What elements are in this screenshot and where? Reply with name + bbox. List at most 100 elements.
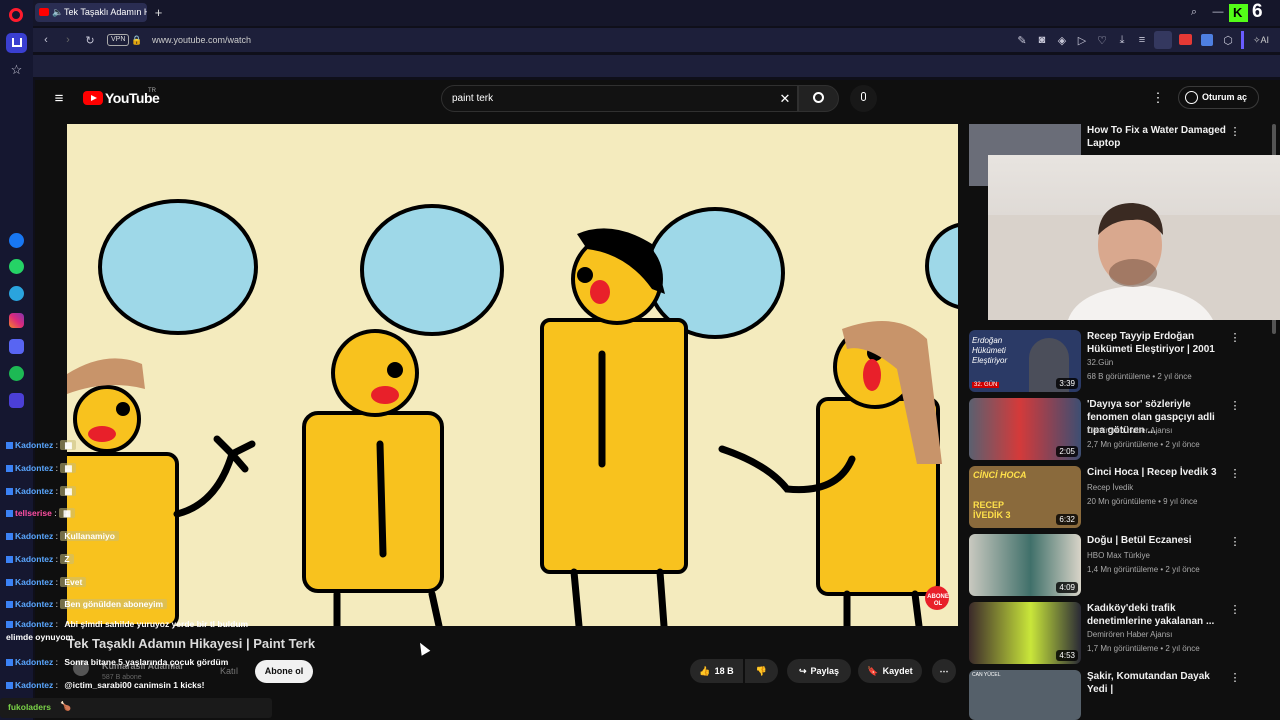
save-button[interactable]: 🔖 Kaydet (858, 659, 922, 683)
ai-button[interactable]: ✧AI (1253, 33, 1269, 47)
recommendation-title[interactable]: Kadıköy'deki trafik denetimlerine yakala… (1087, 602, 1227, 628)
list-item-thumbnail[interactable]: 4:53 (969, 602, 1081, 664)
star-icon[interactable]: ☆ (6, 61, 27, 79)
item-menu-icon[interactable]: ⋮ (1230, 398, 1241, 412)
list-item-thumbnail[interactable]: CAN YÜCEL (969, 670, 1081, 720)
list-item-thumbnail[interactable]: 4:09 (969, 534, 1081, 596)
chat-username[interactable]: Kadontez (15, 440, 53, 450)
item-menu-icon[interactable]: ⋮ (1230, 124, 1241, 138)
chat-line: Kadontez : Abi şimdi sahilde yuruyoz yer… (6, 618, 272, 642)
chat-line: Kadontez : ▦ (6, 459, 272, 477)
chat-username[interactable]: Kadontez (15, 486, 53, 496)
channel-name[interactable]: Demirören Haber Ajansı (1087, 629, 1172, 641)
chat-username[interactable]: Kadontez (15, 531, 53, 541)
item-menu-icon[interactable]: ⋮ (1230, 330, 1241, 344)
recommendation-title[interactable]: Cinci Hoca | Recep İvedik 3 (1087, 466, 1227, 479)
shield-icon[interactable]: ◈ (1056, 33, 1068, 47)
thumbnail-caption: CAN YÜCEL (972, 672, 1001, 678)
menu-icon[interactable]: ≡ (1136, 33, 1148, 47)
list-item-thumbnail[interactable]: Erdoğan Hükümeti Eleştiriyor 32. GÜN 3:3… (969, 330, 1081, 392)
chat-username[interactable]: Kadontez (15, 680, 53, 690)
extension-red-icon[interactable] (1179, 34, 1192, 45)
list-item-thumbnail[interactable]: CİNCİ HOCA RECEP İVEDİK 3 6:32 (969, 466, 1081, 528)
download-icon[interactable]: ⤓ (1116, 33, 1128, 47)
vpn-badge[interactable]: VPN (107, 34, 130, 46)
badge-icon (6, 579, 13, 587)
new-tab-button[interactable]: + (152, 5, 165, 20)
speaker-icon[interactable]: 🔈 (52, 3, 63, 22)
player-icon[interactable] (9, 393, 24, 408)
signin-button[interactable]: Oturum aç (1178, 86, 1259, 109)
telegram-icon[interactable] (9, 286, 24, 301)
search-icon (813, 92, 824, 103)
translate-icon[interactable] (1201, 34, 1213, 46)
like-button[interactable]: 👍 18 B (690, 659, 743, 683)
url-text[interactable]: www.youtube.com/watch (152, 33, 251, 47)
search-input[interactable] (452, 90, 762, 107)
chat-username[interactable]: Kadontez (15, 463, 53, 473)
back-icon[interactable]: ‹ (39, 33, 53, 47)
streamer-figure (988, 203, 1280, 320)
share-icon: ↪ (798, 665, 807, 676)
forward-icon[interactable]: › (61, 33, 75, 47)
wallet-icon[interactable] (1154, 31, 1172, 49)
opera-logo-icon[interactable] (9, 8, 23, 22)
badge-icon (6, 682, 13, 690)
voice-search-button[interactable] (850, 85, 877, 112)
recommendation-title[interactable]: Recep Tayyip Erdoğan Hükümeti Eleştiriyo… (1087, 330, 1227, 356)
discord-icon[interactable] (9, 339, 24, 354)
channel-name[interactable]: Recep İvedik (1087, 482, 1133, 494)
spotify-icon[interactable] (9, 366, 24, 381)
clear-search-icon[interactable]: ✕ (778, 90, 792, 107)
duration-badge: 4:53 (1056, 650, 1078, 661)
youtube-logo-icon[interactable] (83, 91, 103, 105)
item-menu-icon[interactable]: ⋮ (1230, 534, 1241, 548)
list-item-thumbnail[interactable]: 2:05 (969, 398, 1081, 460)
emote-icon: ▦ (60, 440, 77, 450)
messenger-icon[interactable] (9, 233, 24, 248)
recommendation-title[interactable]: Şakir, Komutandan Dayak Yedi | (1087, 670, 1232, 696)
edit-icon[interactable]: ✎ (1016, 33, 1028, 47)
channel-name[interactable]: HBO Max Türkiye (1087, 550, 1150, 562)
save-label: Kaydet (882, 666, 913, 676)
search-box[interactable]: ✕ (441, 85, 798, 112)
instagram-icon[interactable] (9, 313, 24, 328)
recommendation-title[interactable]: Doğu | Betül Eczanesi (1087, 534, 1227, 547)
dislike-button[interactable]: 👎 (745, 659, 778, 683)
search-button[interactable] (798, 85, 839, 112)
recommendation-title[interactable]: How To Fix a Water Damaged Laptop (1087, 124, 1227, 150)
thumbnail-caption: Erdoğan Hükümeti Eleştiriyor (972, 336, 1008, 365)
hamburger-menu-icon[interactable]: ≡ (52, 90, 66, 107)
video-meta: 1,4 Mn görüntüleme • 2 yıl önce (1087, 565, 1200, 574)
chat-username[interactable]: Kadontez (15, 619, 53, 629)
search-tabs-icon[interactable]: ⌕ (1187, 4, 1201, 20)
share-button[interactable]: ↪ Paylaş (787, 659, 851, 683)
play-icon[interactable]: ▷ (1076, 33, 1088, 47)
whatsapp-icon[interactable] (9, 259, 24, 274)
chat-username[interactable]: Kadontez (15, 599, 53, 609)
chat-username[interactable]: Kadontez (15, 554, 53, 564)
duration-badge: 4:09 (1056, 582, 1078, 593)
video-meta: 2,7 Mn görüntüleme • 2 yıl önce (1087, 440, 1200, 449)
item-menu-icon[interactable]: ⋮ (1230, 466, 1241, 480)
chat-line: Kadontez : Ben gönülden aboneyim (6, 595, 272, 613)
tab-youtube[interactable]: 🔈 Tek Taşaklı Adamın Hi (35, 3, 147, 22)
item-menu-icon[interactable]: ⋮ (1230, 670, 1241, 684)
camera-icon[interactable]: ◙ (1036, 33, 1048, 47)
item-menu-icon[interactable]: ⋮ (1230, 602, 1241, 616)
chat-username[interactable]: Kadontez (15, 657, 53, 667)
more-actions-button[interactable]: ⋯ (932, 659, 956, 683)
heart-icon[interactable]: ♡ (1096, 33, 1108, 47)
badge-icon (6, 556, 13, 564)
chat-username[interactable]: Kadontez (15, 577, 53, 587)
channel-name[interactable]: Demirören Haber Ajansı (1087, 425, 1172, 437)
minimize-button[interactable]: — (1212, 4, 1224, 20)
share-label: Paylaş (810, 666, 840, 676)
more-options-icon[interactable]: ⋮ (1152, 89, 1165, 107)
channel-name[interactable]: 32.Gün (1087, 357, 1113, 369)
tab-title: Tek Taşaklı Adamın Hi (64, 7, 147, 17)
chat-username[interactable]: tellserise (15, 508, 52, 518)
extensions-icon[interactable]: ⬡ (1222, 33, 1234, 47)
home-icon[interactable] (6, 33, 27, 53)
reload-icon[interactable]: ↻ (83, 33, 97, 47)
